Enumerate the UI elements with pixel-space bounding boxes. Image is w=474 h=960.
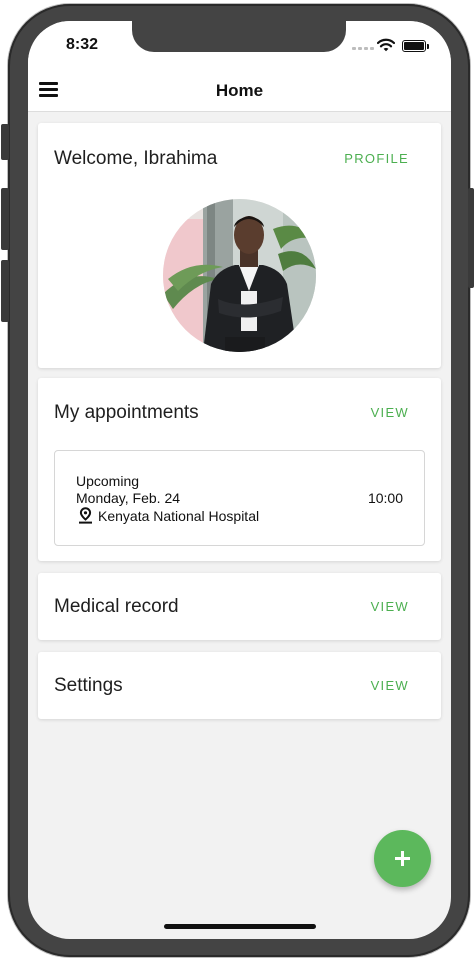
plus-icon-vertical	[401, 851, 404, 866]
notch	[132, 21, 346, 52]
profile-button[interactable]: PROFILE	[344, 151, 409, 166]
appointments-title: My appointments	[54, 402, 199, 423]
home-indicator[interactable]	[164, 924, 316, 929]
mute-switch	[1, 124, 9, 160]
volume-up-button	[1, 188, 9, 250]
appointment-location: Kenyata National Hospital	[78, 507, 259, 524]
signal-dots-icon	[352, 47, 374, 50]
nav-bar: Home	[28, 69, 451, 112]
appointment-time: 10:00	[367, 490, 403, 506]
view-settings-button[interactable]: VIEW	[371, 678, 409, 693]
welcome-card: Welcome, Ibrahima PROFILE	[38, 123, 441, 368]
map-pin-icon	[79, 507, 92, 524]
medical-record-title: Medical record	[54, 596, 179, 617]
volume-down-button	[1, 260, 9, 322]
settings-card: Settings VIEW	[38, 652, 441, 719]
battery-cap	[427, 44, 429, 49]
status-time: 8:32	[66, 36, 99, 53]
appointment-date: Monday, Feb. 24	[76, 490, 181, 506]
profile-photo	[163, 199, 316, 352]
appointment-item[interactable]: Upcoming Monday, Feb. 24 Kenyata Nationa…	[54, 450, 425, 546]
add-fab-button[interactable]	[374, 830, 431, 887]
settings-title: Settings	[54, 675, 123, 696]
wifi-icon	[377, 38, 395, 52]
view-appointments-button[interactable]: VIEW	[371, 405, 409, 420]
view-medical-record-button[interactable]: VIEW	[371, 599, 409, 614]
phone-screen: 8:32 Home Welcome, Ibrahima PROFILE My a…	[28, 21, 451, 939]
battery-icon	[402, 40, 426, 52]
medical-record-card: Medical record VIEW	[38, 573, 441, 640]
appointment-status: Upcoming	[76, 473, 140, 489]
welcome-title: Welcome, Ibrahima	[54, 148, 218, 169]
appointments-card: My appointments VIEW Upcoming Monday, Fe…	[38, 378, 441, 561]
avatar[interactable]	[163, 199, 316, 352]
page-title: Home	[215, 81, 264, 100]
power-button	[468, 188, 474, 288]
appointment-location-text: Kenyata National Hospital	[98, 507, 260, 524]
status-bar: 8:32	[28, 21, 451, 69]
